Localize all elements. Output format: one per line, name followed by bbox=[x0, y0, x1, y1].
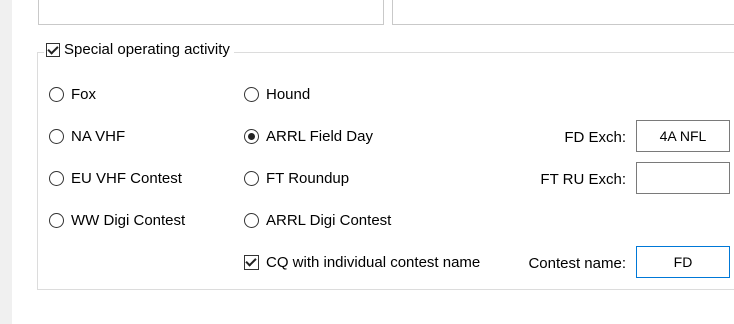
radio-circle-icon bbox=[49, 171, 64, 186]
upper-panel-left bbox=[38, 0, 384, 25]
contest-name-label: Contest name: bbox=[528, 255, 626, 272]
cq-individual-contest-checkbox[interactable]: CQ with individual contest name bbox=[244, 254, 480, 271]
radio-circle-icon bbox=[49, 87, 64, 102]
radio-eu-vhf-contest[interactable]: EU VHF Contest bbox=[49, 170, 182, 187]
fd-exch-input[interactable]: 4A NFL bbox=[636, 120, 730, 152]
checkbox-checked-icon bbox=[244, 255, 259, 270]
radio-ww-digi-label: WW Digi Contest bbox=[71, 212, 186, 229]
special-activity-checkbox[interactable]: Special operating activity bbox=[44, 41, 234, 58]
radio-fox[interactable]: Fox bbox=[49, 86, 96, 103]
cq-individual-label: CQ with individual contest name bbox=[266, 254, 481, 271]
fd-exch-label: FD Exch: bbox=[564, 129, 626, 146]
radio-ft-roundup[interactable]: FT Roundup bbox=[244, 170, 349, 187]
radio-arrl-digi-contest[interactable]: ARRL Digi Contest bbox=[244, 212, 391, 229]
radio-arrl-digi-label: ARRL Digi Contest bbox=[266, 212, 392, 229]
radio-circle-icon bbox=[49, 129, 64, 144]
radio-hound[interactable]: Hound bbox=[244, 86, 310, 103]
radio-circle-icon bbox=[244, 87, 259, 102]
radio-arrl-field-day[interactable]: ARRL Field Day bbox=[244, 128, 373, 145]
special-activity-label: Special operating activity bbox=[64, 41, 230, 58]
radio-na-vhf[interactable]: NA VHF bbox=[49, 128, 125, 145]
contest-name-input[interactable]: FD bbox=[636, 246, 730, 278]
radio-fox-label: Fox bbox=[71, 86, 97, 103]
radio-eu-vhf-label: EU VHF Contest bbox=[71, 170, 182, 187]
radio-ww-digi-contest[interactable]: WW Digi Contest bbox=[49, 212, 185, 229]
radio-ft-roundup-label: FT Roundup bbox=[266, 170, 350, 187]
ft-ru-exch-input[interactable] bbox=[636, 162, 730, 194]
radio-selected-icon bbox=[244, 129, 259, 144]
radio-circle-icon bbox=[244, 213, 259, 228]
radio-arrl-fd-label: ARRL Field Day bbox=[266, 128, 373, 145]
radio-hound-label: Hound bbox=[266, 86, 311, 103]
ft-ru-exch-label: FT RU Exch: bbox=[540, 171, 626, 188]
radio-circle-icon bbox=[244, 171, 259, 186]
upper-panel-right bbox=[392, 0, 734, 25]
radio-circle-icon bbox=[49, 213, 64, 228]
window-left-border bbox=[0, 0, 12, 324]
radio-na-vhf-label: NA VHF bbox=[71, 128, 126, 145]
checkbox-checked-icon bbox=[46, 42, 60, 57]
